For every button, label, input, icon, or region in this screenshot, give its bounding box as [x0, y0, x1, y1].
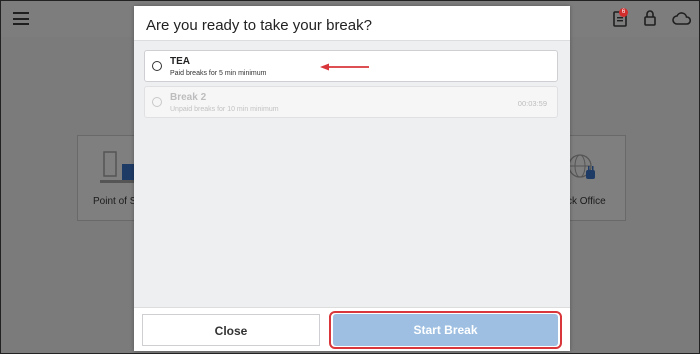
tile-back-office[interactable]: ck Office [563, 135, 626, 221]
close-button[interactable]: Close [142, 314, 320, 346]
pos-terminal-icon [100, 151, 136, 183]
option-description: Paid breaks for 5 min minimum [170, 70, 267, 77]
option-description: Unpaid breaks for 10 min minimum [170, 106, 279, 113]
dialog-body: TEA Paid breaks for 5 min minimum Break … [134, 40, 570, 308]
radio-button[interactable] [152, 61, 162, 71]
break-dialog: Are you ready to take your break? TEA Pa… [134, 6, 570, 351]
lock-icon[interactable] [644, 9, 656, 27]
option-name: Break 2 [170, 92, 207, 103]
option-name: TEA [170, 56, 190, 67]
dialog-title: Are you ready to take your break? [146, 17, 372, 34]
app-frame: 6 Point of S ck Office Are you ready to … [0, 0, 700, 354]
menu-icon[interactable] [13, 12, 29, 25]
cloud-icon[interactable] [672, 12, 692, 25]
tile-point-of-sale[interactable]: Point of S [77, 135, 139, 221]
tile-label: Point of S [93, 196, 137, 207]
notification-badge: 6 [619, 8, 628, 17]
tile-label: ck Office [567, 196, 606, 207]
radio-button [152, 97, 162, 107]
option-timer: 00:03:59 [517, 99, 547, 108]
break-option-break-2: Break 2 Unpaid breaks for 10 min minimum… [144, 86, 558, 118]
start-break-highlight [329, 311, 562, 349]
dialog-footer: Close Start Break [134, 308, 570, 351]
annotation-arrow [320, 63, 369, 71]
globe-plug-icon [568, 154, 595, 179]
